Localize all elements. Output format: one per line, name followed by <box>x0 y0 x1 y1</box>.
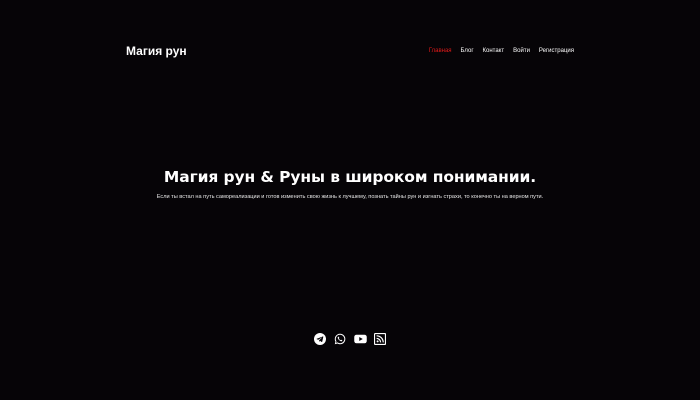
whatsapp-link[interactable] <box>334 332 347 345</box>
main-nav: Главная Блог Контакт Войти Регистрация <box>429 48 574 54</box>
hero-subtitle: Если ты встал на путь самореализации и г… <box>156 194 544 200</box>
nav-link-home[interactable]: Главная <box>429 48 452 54</box>
social-links <box>0 332 700 345</box>
youtube-icon <box>353 334 367 343</box>
hero-title: Магия рун & Руны в широком понимании. <box>163 168 537 186</box>
nav-link-login[interactable]: Войти <box>513 48 530 54</box>
rss-icon <box>374 332 386 345</box>
nav-link-register[interactable]: Регистрация <box>539 48 574 54</box>
site-logo[interactable]: Магия рун <box>126 44 187 58</box>
nav-link-contact[interactable]: Контакт <box>483 48 505 54</box>
nav-link-blog[interactable]: Блог <box>461 48 474 54</box>
rss-link[interactable] <box>374 332 387 345</box>
whatsapp-icon <box>334 333 346 344</box>
landing-page: Магия рун Главная Блог Контакт Войти Рег… <box>0 0 700 400</box>
telegram-link[interactable] <box>314 332 327 345</box>
youtube-link[interactable] <box>353 332 367 345</box>
telegram-icon <box>314 332 326 345</box>
